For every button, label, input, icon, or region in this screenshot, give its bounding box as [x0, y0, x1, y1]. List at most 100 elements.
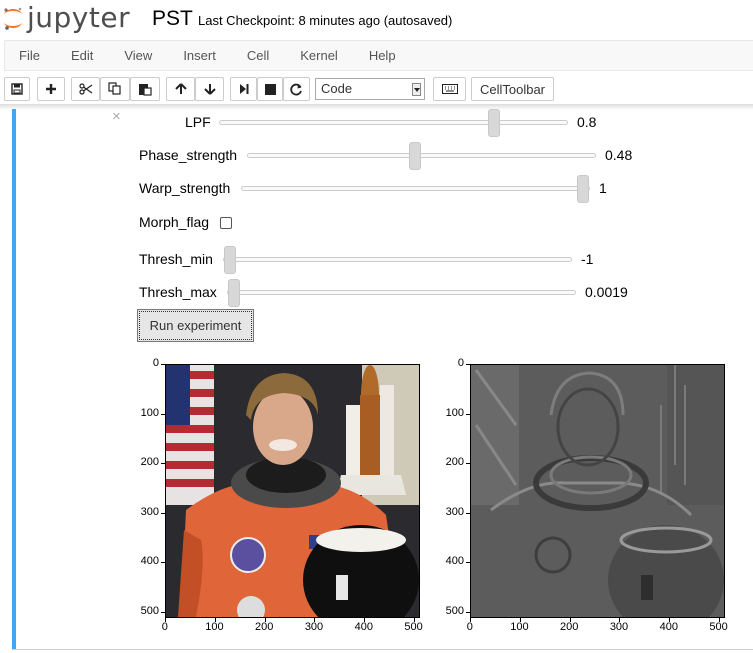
menubar: File Edit View Insert Cell Kernel Help	[4, 40, 753, 71]
lpf-value[interactable]: 0.8	[577, 114, 596, 130]
lpf-slider[interactable]	[219, 109, 568, 137]
cut-button[interactable]	[71, 77, 100, 101]
right-plot-xtick-label: 500	[709, 621, 728, 633]
cell-type-select[interactable]: Code	[315, 78, 425, 100]
phase-strength-label: Phase_strength	[139, 147, 238, 163]
notebook-name[interactable]: PST	[152, 7, 193, 31]
stop-icon	[264, 83, 276, 95]
warp-strength-label: Warp_strength	[139, 180, 231, 196]
left-plot-xtick-label: 500	[404, 621, 423, 633]
menu-edit[interactable]: Edit	[71, 48, 93, 63]
notebook-header: jupyter PST Last Checkpoint: 8 minutes a…	[0, 0, 753, 40]
right-plot-ytick-mark	[466, 612, 470, 614]
arrow-down-icon	[203, 84, 216, 95]
phase-strength-value[interactable]: 0.48	[605, 147, 632, 163]
chevron-down-icon	[412, 83, 421, 96]
menu-help[interactable]: Help	[369, 48, 396, 63]
left-plot-ytick-label: 0	[152, 357, 159, 369]
left-plot-ytick-mark	[161, 562, 165, 564]
menu-file[interactable]: File	[19, 48, 40, 63]
restart-kernel-button[interactable]	[283, 77, 310, 101]
left-plot-xtick-mark	[264, 618, 266, 622]
plus-icon	[46, 84, 56, 94]
right-plot-xtick-mark	[519, 618, 521, 622]
paste-button[interactable]	[130, 77, 160, 101]
run-cell-button[interactable]	[230, 77, 257, 101]
morph-flag-checkbox[interactable]	[220, 217, 232, 229]
celltoolbar-button[interactable]: CellToolbar	[471, 77, 554, 101]
move-up-button[interactable]	[166, 77, 195, 101]
insert-cell-button[interactable]	[37, 77, 65, 101]
thresh-max-slider-handle[interactable]	[228, 279, 240, 307]
keyboard-icon	[441, 84, 458, 94]
move-down-button[interactable]	[195, 77, 224, 101]
right-plot-xtick-label: 100	[510, 621, 529, 633]
left-plot-ytick-mark	[161, 364, 165, 365]
interrupt-kernel-button[interactable]	[257, 77, 283, 101]
right-plot-xtick-mark	[719, 618, 721, 622]
left-plot-xtick-label: 100	[205, 621, 224, 633]
right-plot-ytick-label: 300	[445, 505, 464, 518]
left-plot-ytick-label: 200	[140, 456, 159, 469]
menu-insert[interactable]: Insert	[183, 48, 216, 63]
jupyter-logo[interactable]: jupyter	[2, 2, 130, 34]
refresh-icon	[290, 83, 302, 95]
toolbar: Code CellToolbar	[0, 75, 753, 103]
paste-icon	[139, 84, 152, 96]
jupyter-logo-icon	[2, 4, 24, 32]
right-plot-xtick-mark	[569, 618, 571, 622]
warp-strength-value[interactable]: 1	[599, 180, 607, 196]
right-plot-xtick-label: 200	[560, 621, 579, 633]
thresh-min-value[interactable]: -1	[581, 251, 593, 267]
right-plot-ytick-label: 500	[445, 605, 464, 618]
left-plot-xtick-mark	[414, 618, 416, 622]
close-widget-icon[interactable]: ×	[112, 108, 121, 125]
left-plot-ytick-mark	[161, 612, 165, 614]
right-plot-ytick-label: 0	[457, 357, 464, 369]
menu-kernel[interactable]: Kernel	[300, 48, 338, 63]
left-plot-ytick-mark	[161, 463, 165, 465]
cut-icon	[78, 83, 92, 95]
warp-strength-slider[interactable]	[241, 175, 590, 203]
right-plot-ytick-mark	[466, 562, 470, 564]
left-plot-xtick-mark	[214, 618, 216, 622]
right-plot-xtick-label: 0	[466, 621, 473, 633]
left-plot-xtick-mark	[364, 618, 366, 622]
right-plot-ytick-label: 100	[445, 406, 464, 419]
left-plot-xtick-mark	[314, 618, 316, 622]
lpf-slider-handle[interactable]	[488, 109, 500, 137]
copy-button[interactable]	[100, 77, 130, 101]
phase-stretch-output-image	[471, 365, 724, 617]
run-experiment-button[interactable]: Run experiment	[137, 309, 254, 342]
morph-flag-label: Morph_flag	[139, 214, 210, 230]
menu-view[interactable]: View	[124, 48, 152, 63]
phase-stretch-output-plot	[470, 364, 725, 618]
right-plot-ytick-label: 400	[445, 555, 464, 568]
warp-strength-slider-handle[interactable]	[577, 175, 589, 203]
save-icon	[11, 83, 23, 95]
checkpoint-status: Last Checkpoint: 8 minutes ago (autosave…	[198, 13, 453, 28]
right-plot-ytick-mark	[466, 364, 470, 365]
lpf-label: LPF	[185, 114, 211, 130]
right-plot-xtick-label: 400	[659, 621, 678, 633]
menu-cell[interactable]: Cell	[247, 48, 269, 63]
phase-strength-slider-handle[interactable]	[409, 142, 421, 170]
left-plot-xtick-label: 0	[161, 621, 168, 633]
phase-strength-slider[interactable]	[247, 142, 596, 170]
left-plot-xtick-label: 300	[304, 621, 324, 633]
command-palette-button[interactable]	[433, 77, 466, 101]
right-plot-xtick-mark	[470, 618, 471, 622]
right-plot-ytick-mark	[466, 413, 470, 415]
save-button[interactable]	[4, 77, 30, 101]
right-plot-ytick-mark	[466, 512, 470, 514]
thresh-max-slider[interactable]	[227, 279, 576, 307]
selected-cell-indicator	[12, 109, 16, 649]
astronaut-photo	[166, 365, 419, 617]
thresh-min-slider-handle[interactable]	[224, 246, 236, 274]
astronaut-image-plot	[165, 364, 420, 618]
thresh-max-value[interactable]: 0.0019	[585, 284, 628, 300]
thresh-min-label: Thresh_min	[139, 251, 213, 267]
thresh-min-slider[interactable]	[223, 246, 572, 274]
logo-text: jupyter	[27, 1, 131, 34]
right-plot-xtick-mark	[619, 618, 621, 622]
